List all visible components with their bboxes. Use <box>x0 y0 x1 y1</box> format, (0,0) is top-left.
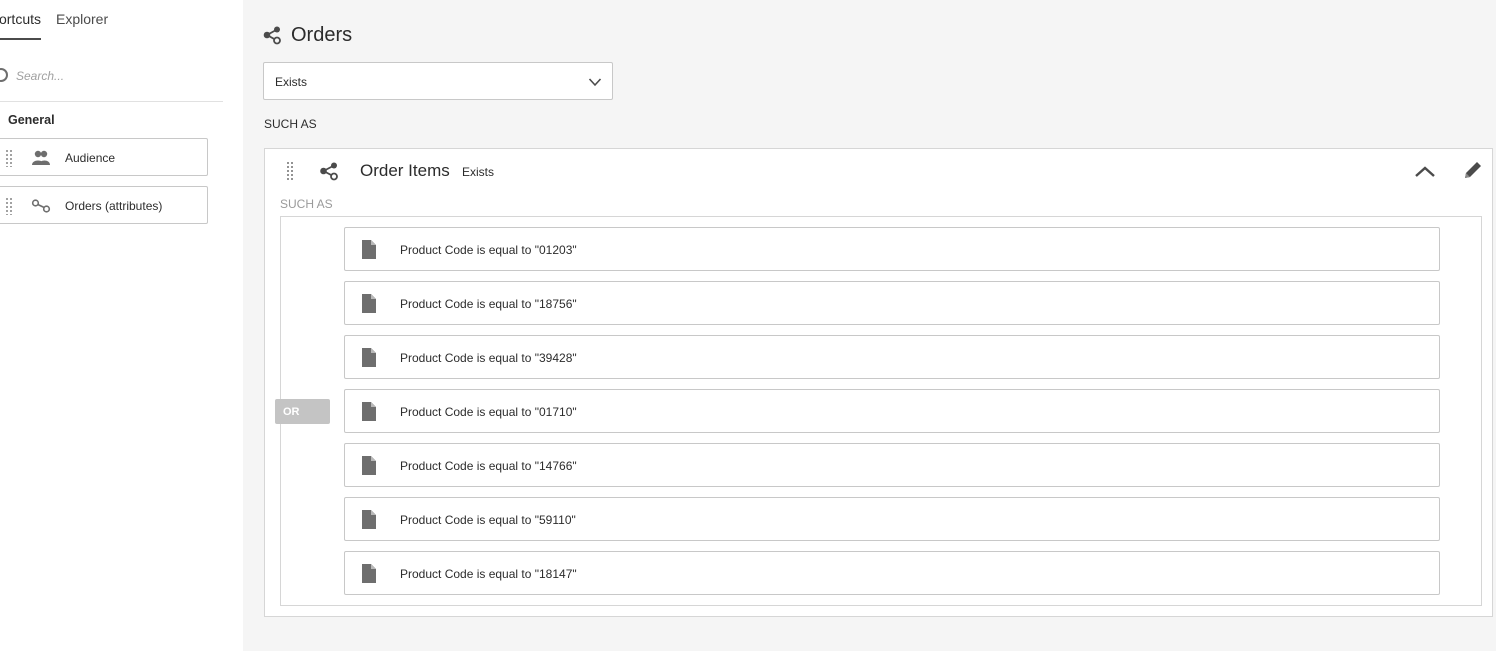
search-icon <box>0 68 8 82</box>
document-icon <box>362 240 376 259</box>
condition-row[interactable]: Product Code is equal to "59110" <box>344 497 1440 541</box>
card-such-as-label: SUCH AS <box>280 197 333 211</box>
group-title: General <box>8 113 55 127</box>
condition-row[interactable]: Product Code is equal to "39428" <box>344 335 1440 379</box>
drag-handle-icon[interactable] <box>286 161 294 181</box>
condition-row[interactable]: Product Code is equal to "14766" <box>344 443 1440 487</box>
search-input[interactable] <box>16 66 216 86</box>
shortcut-label: Audience <box>65 151 116 165</box>
document-icon <box>362 510 376 529</box>
panel-tabs: Shortcuts Explorer <box>0 0 243 40</box>
page-title: Orders <box>291 24 353 46</box>
such-as-label: SUCH AS <box>264 117 317 131</box>
drag-handle-icon[interactable] <box>5 149 13 167</box>
or-combinator-button[interactable]: OR <box>275 399 330 424</box>
document-icon <box>362 456 376 475</box>
tab-shortcuts[interactable]: Shortcuts <box>0 11 41 40</box>
card-title: Order Items <box>360 161 450 180</box>
share-icon <box>320 162 338 181</box>
tab-explorer[interactable]: Explorer <box>56 11 108 40</box>
condition-text: Product Code is equal to "18147" <box>400 567 577 581</box>
card-operator: Exists <box>462 165 495 179</box>
condition-row[interactable]: Product Code is equal to "18756" <box>344 281 1440 325</box>
condition-text: Product Code is equal to "18756" <box>400 297 577 311</box>
document-icon <box>362 294 376 313</box>
shortcut-label: Orders (attributes) <box>65 199 163 213</box>
drag-handle-icon[interactable] <box>5 197 13 215</box>
shortcut-orders-attributes[interactable]: Orders (attributes) <box>0 186 208 224</box>
link-icon <box>31 199 51 213</box>
condition-row[interactable]: Product Code is equal to "18147" <box>344 551 1440 595</box>
document-icon <box>362 564 376 583</box>
audience-icon <box>32 150 50 165</box>
condition-text: Product Code is equal to "39428" <box>400 351 577 365</box>
condition-text: Product Code is equal to "59110" <box>400 513 576 527</box>
tab-shortcuts-label: Shortcuts <box>0 11 41 27</box>
share-icon <box>263 26 281 45</box>
condition-row[interactable]: Product Code is equal to "01203" <box>344 227 1440 271</box>
chevron-up-icon[interactable] <box>1412 160 1438 184</box>
operator-select-value: Exists <box>275 75 308 89</box>
chevron-down-icon <box>588 78 602 87</box>
document-icon <box>362 402 376 421</box>
condition-row[interactable]: Product Code is equal to "01710" <box>344 389 1440 433</box>
condition-text: Product Code is equal to "14766" <box>400 459 577 473</box>
shortcut-audience[interactable]: Audience <box>0 138 208 176</box>
search-bar <box>0 62 223 102</box>
operator-select[interactable]: Exists <box>263 62 613 100</box>
left-panel: Shortcuts Explorer General Audience Orde… <box>0 0 243 651</box>
condition-text: Product Code is equal to "01710" <box>400 405 577 419</box>
pencil-icon[interactable] <box>1461 158 1485 182</box>
condition-text: Product Code is equal to "01203" <box>400 243 577 257</box>
document-icon <box>362 348 376 367</box>
